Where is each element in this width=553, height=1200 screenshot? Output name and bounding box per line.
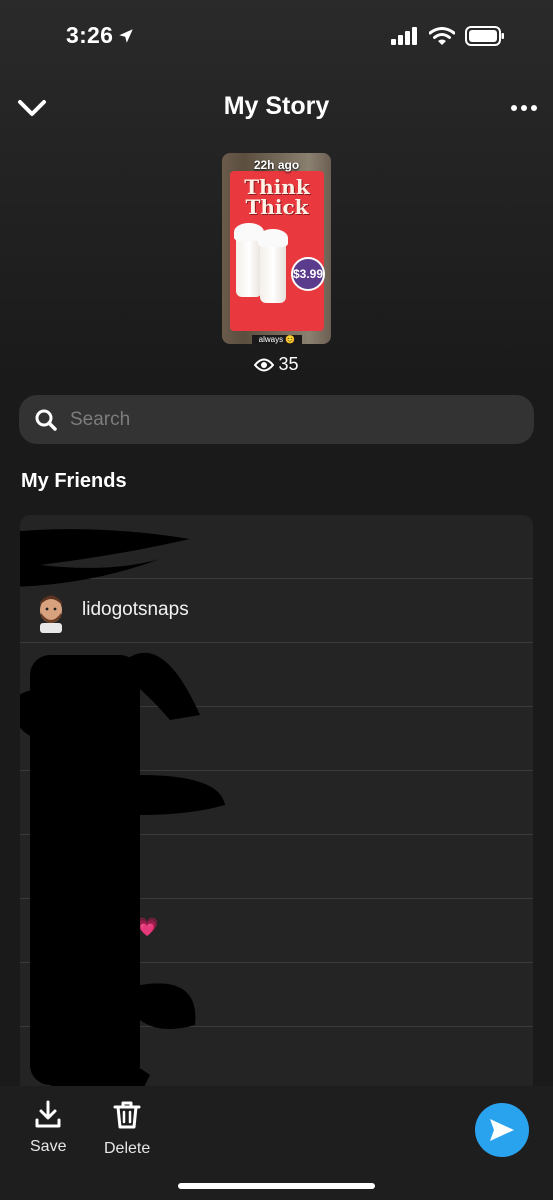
more-dot-icon [531,105,537,111]
status-time-label: 3:26 [66,22,114,48]
eye-icon [254,358,275,371]
header: My Story [0,82,553,134]
story-thumbnail[interactable]: Think Thick $3.99 22h ago always 😊 [222,153,331,344]
search-icon [35,409,57,431]
redaction-scribble [20,529,225,1097]
search-bar[interactable] [19,395,534,444]
shake-cup-image [258,229,288,303]
shake-cup-image [234,223,264,297]
status-time: 3:26 [66,22,135,49]
story-viewers-screen: 3:26 My Story Think Thick $3.99 22h ago … [0,0,553,1200]
send-button[interactable] [475,1103,529,1157]
headline-line-1: Think [244,175,310,199]
download-icon [35,1100,61,1128]
more-dot-icon [511,105,517,111]
more-dot-icon [521,105,527,111]
story-time-ago: 22h ago [253,158,300,172]
home-indicator [178,1183,375,1189]
price-badge: $3.99 [291,257,325,291]
headline-line-2: Thick [245,195,309,219]
search-input[interactable] [70,408,490,431]
battery-icon [465,26,504,46]
story-image-headline: Think Thick [230,177,324,217]
send-arrow-icon [490,1119,514,1141]
save-label: Save [30,1138,67,1155]
status-bar: 3:26 [0,0,553,74]
status-icons [391,26,505,46]
save-button[interactable]: Save [30,1100,66,1156]
story-image-card: Think Thick $3.99 [230,171,325,331]
wifi-icon [429,26,455,45]
view-count[interactable]: 35 [0,354,553,375]
trash-icon [113,1101,141,1129]
delete-label: Delete [104,1140,151,1157]
story-caption: always 😊 [252,335,302,344]
section-title-friends: My Friends [21,470,127,492]
page-title: My Story [223,92,330,120]
view-count-value: 35 [278,354,299,374]
cellular-signal-icon [391,27,417,45]
friends-list: lidogotsnaps 💗 [20,515,533,1115]
location-arrow-icon [119,28,133,43]
more-options-button[interactable] [509,96,539,120]
delete-button[interactable]: Delete [104,1100,150,1158]
